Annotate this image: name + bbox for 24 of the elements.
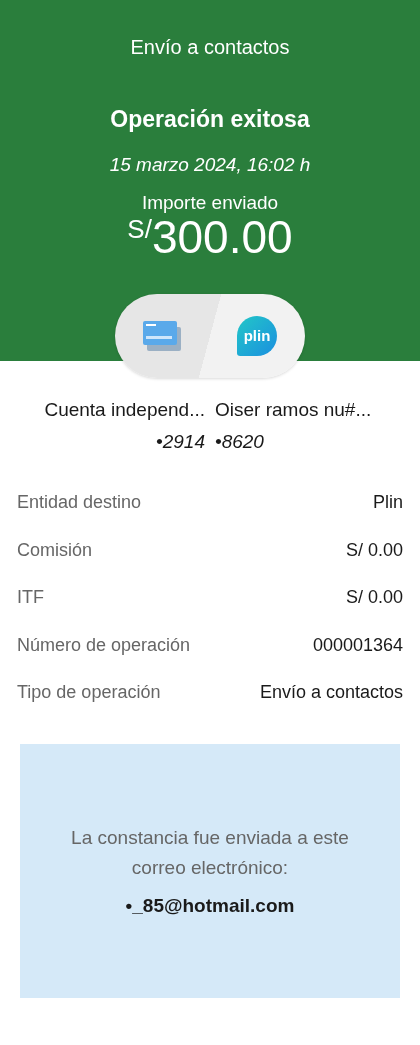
detail-value: 000001364 [312,633,403,657]
detail-value: S/ 0.00 [345,586,403,610]
detail-label: Tipo de operación [17,681,161,705]
currency-symbol: S/ [127,215,152,242]
recipient-name: Oiser ramos nu#... [215,397,373,422]
screen-title: Envío a contactos [129,35,291,60]
detail-value: S/ 0.00 [345,538,403,562]
email-address: •_85@hotmail.com [125,893,295,918]
status-title: Operación exitosa [109,105,311,134]
plin-logo: plin [237,315,277,356]
amount: 300.00 [151,213,293,260]
date-time: 15 marzo 2024, 16:02 h [108,152,312,177]
card-icon [143,320,181,351]
notice-text: La constancia fue enviada a este correo electrónico: [70,825,350,881]
detail-value: Envío a contactos [259,681,403,705]
source-account-number: •2914 [155,430,205,455]
recipient-number: •8620 [215,430,265,455]
detail-label: Número de operación [17,633,191,657]
amount-label: Importe enviado [140,193,280,214]
detail-label: ITF [17,586,44,610]
detail-value: Plin [373,491,403,515]
source-account-name: Cuenta independ... [43,397,205,422]
detail-label: Entidad destino [17,491,142,515]
detail-label: Comisión [17,538,93,562]
